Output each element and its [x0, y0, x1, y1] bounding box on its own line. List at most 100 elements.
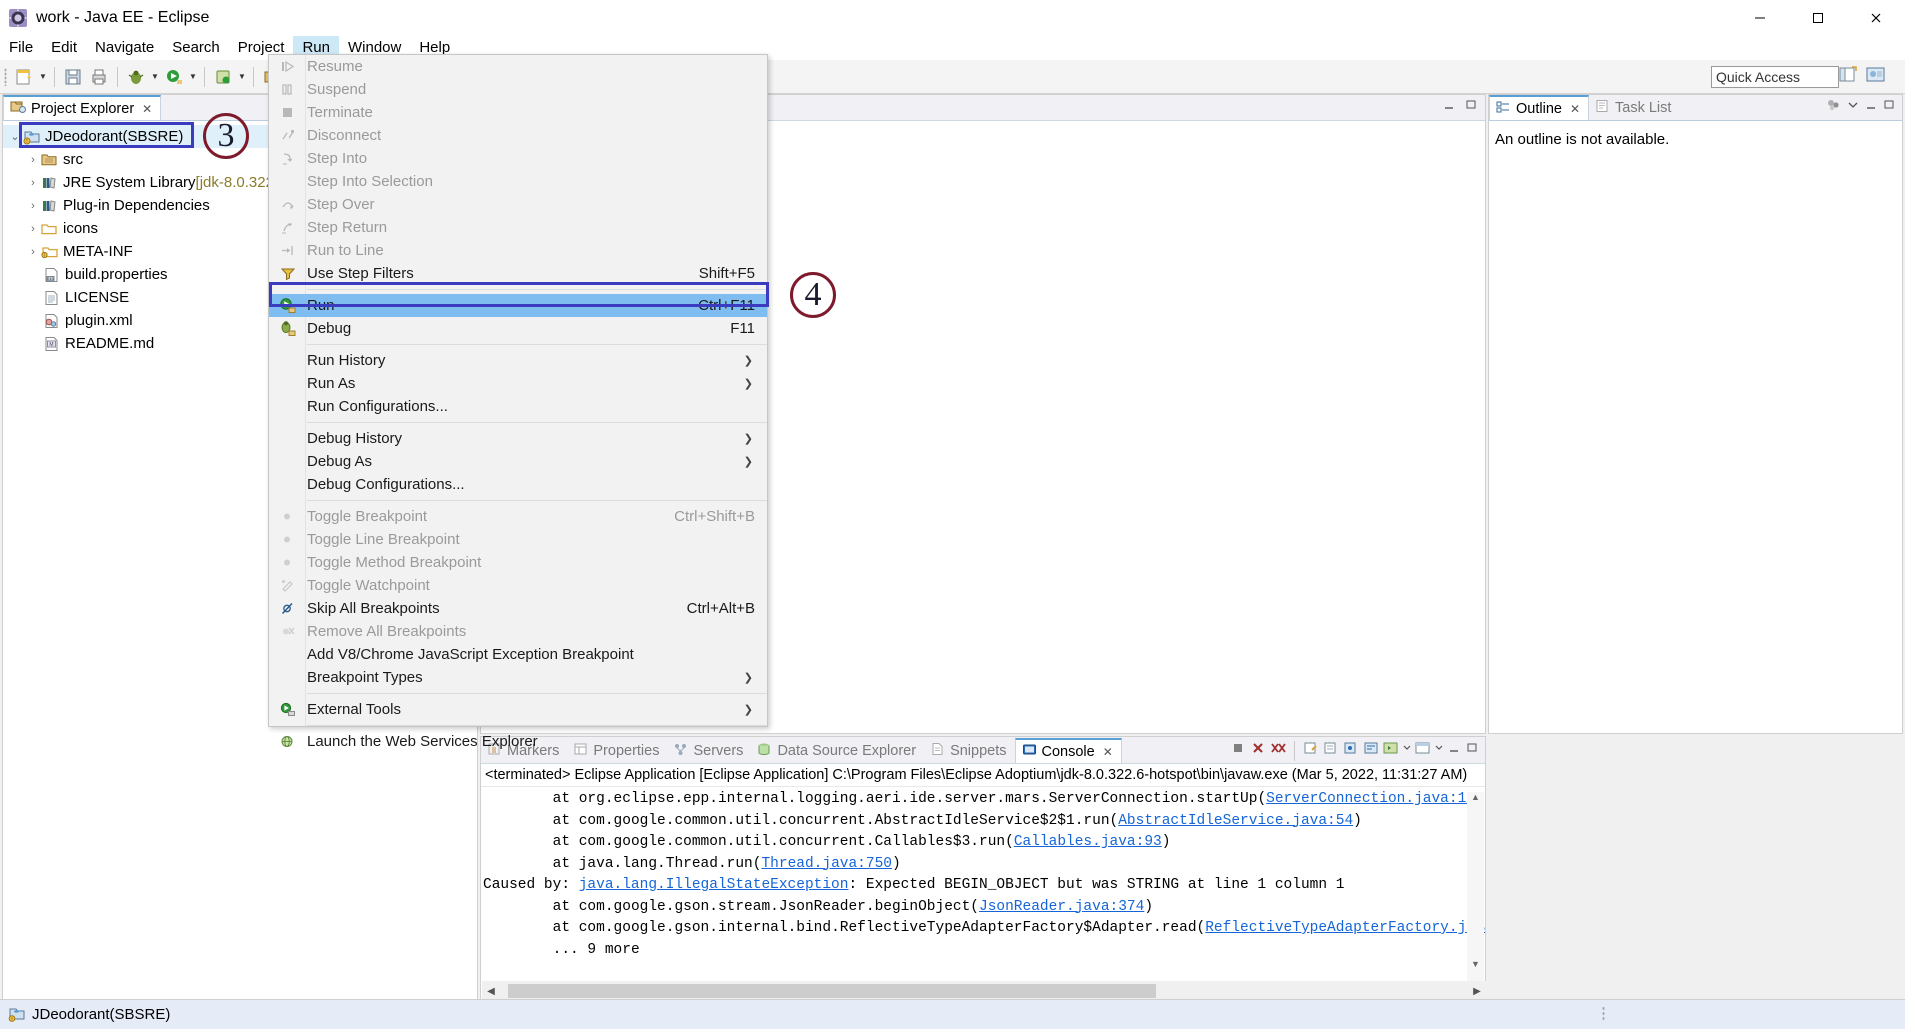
chevron-right-icon[interactable]: ›: [25, 200, 41, 212]
menu-item-step-into-selection[interactable]: Step Into Selection: [269, 170, 767, 193]
toolbar-grip[interactable]: [4, 67, 7, 86]
menu-item-use-step-filters[interactable]: Use Step Filters Shift+F5: [269, 262, 767, 285]
status-resize-grip[interactable]: [1602, 1006, 1605, 1022]
menu-item-external-tools[interactable]: External Tools ❯: [269, 698, 767, 721]
close-icon[interactable]: ✕: [1103, 745, 1113, 759]
stacktrace-link[interactable]: Thread.java:750: [761, 856, 892, 872]
menu-item-run[interactable]: Run Ctrl+F11: [269, 294, 767, 317]
console-vertical-scrollbar[interactable]: ▲ ▼: [1467, 792, 1484, 982]
scroll-track[interactable]: [1467, 809, 1484, 959]
close-button[interactable]: [1847, 0, 1905, 36]
menu-item-toggle-line-breakpoint[interactable]: Toggle Line Breakpoint: [269, 528, 767, 551]
tab-console[interactable]: Console ✕: [1014, 738, 1122, 763]
chevron-down-icon[interactable]: ⌄: [7, 130, 23, 143]
exception-link[interactable]: java.lang.IllegalStateException: [579, 877, 849, 893]
scroll-up-arrow[interactable]: ▲: [1467, 792, 1484, 809]
chevron-right-icon[interactable]: ›: [25, 223, 41, 235]
tab-task-list[interactable]: Task List: [1589, 95, 1679, 120]
menu-item-run-history[interactable]: Run History ❯: [269, 349, 767, 372]
menu-item-debug-as[interactable]: Debug As ❯: [269, 450, 767, 473]
menu-item-run-configurations[interactable]: Run Configurations...: [269, 395, 767, 418]
menu-item-remove-all-breakpoints[interactable]: Remove All Breakpoints: [269, 620, 767, 643]
console-dropdown-arrow[interactable]: [1402, 740, 1412, 761]
menu-item-breakpoint-types[interactable]: Breakpoint Types ❯: [269, 666, 767, 689]
view-menu-icon[interactable]: [1845, 98, 1861, 117]
open-console-dropdown-arrow[interactable]: [1434, 740, 1444, 761]
menu-item-run-to-line[interactable]: Run to Line: [269, 239, 767, 262]
minimize-editor-icon[interactable]: [1441, 98, 1457, 117]
show-console-icon[interactable]: [1382, 740, 1400, 761]
menu-item-debug-configurations[interactable]: Debug Configurations...: [269, 473, 767, 496]
minimize-view-icon[interactable]: [1863, 98, 1879, 117]
tab-outline[interactable]: Outline ✕: [1489, 95, 1590, 120]
menu-item-debug-history[interactable]: Debug History ❯: [269, 427, 767, 450]
menu-item-step-into[interactable]: Step Into: [269, 147, 767, 170]
java-ee-perspective-icon[interactable]: [1865, 64, 1887, 91]
menu-item-disconnect[interactable]: Disconnect: [269, 124, 767, 147]
scroll-left-arrow[interactable]: ◀: [482, 986, 500, 997]
new-wizard-icon[interactable]: [12, 65, 36, 89]
debug-dropdown-arrow[interactable]: ▼: [149, 65, 161, 89]
close-icon[interactable]: ✕: [142, 102, 152, 116]
print-icon[interactable]: [87, 65, 111, 89]
menu-search[interactable]: Search: [163, 36, 229, 60]
tab-snippets[interactable]: Snippets: [924, 738, 1014, 763]
close-icon[interactable]: ✕: [1570, 102, 1580, 116]
menu-item-resume[interactable]: Resume: [269, 55, 767, 78]
remove-console-icon[interactable]: [1249, 740, 1267, 761]
scroll-down-arrow[interactable]: ▼: [1467, 959, 1484, 976]
terminate-console-icon[interactable]: [1229, 740, 1247, 761]
chevron-right-icon[interactable]: ›: [25, 177, 41, 189]
remove-all-consoles-icon[interactable]: [1269, 740, 1287, 761]
scroll-lock-icon[interactable]: [1322, 740, 1340, 761]
minimize-button[interactable]: [1731, 0, 1789, 36]
open-perspective-icon[interactable]: [1837, 64, 1859, 91]
menu-item-debug[interactable]: Debug F11: [269, 317, 767, 340]
maximize-editor-icon[interactable]: [1463, 98, 1479, 117]
run-toolbar-icon[interactable]: [162, 65, 186, 89]
run-dropdown-arrow[interactable]: ▼: [187, 65, 199, 89]
menu-item-skip-all-breakpoints[interactable]: Skip All Breakpoints Ctrl+Alt+B: [269, 597, 767, 620]
tab-project-explorer[interactable]: Project Explorer ✕: [3, 95, 162, 120]
server-dropdown-arrow[interactable]: ▼: [236, 65, 248, 89]
menu-item-add-v8-chrome-exception-breakpoint[interactable]: Add V8/Chrome JavaScript Exception Break…: [269, 643, 767, 666]
debug-toolbar-icon[interactable]: [124, 65, 148, 89]
menu-file[interactable]: File: [0, 36, 42, 60]
maximize-console-icon[interactable]: [1464, 741, 1480, 760]
stacktrace-link[interactable]: ServerConnection.java:124: [1266, 791, 1484, 807]
server-icon[interactable]: [211, 65, 235, 89]
menu-item-suspend[interactable]: Suspend: [269, 78, 767, 101]
console-output[interactable]: at org.eclipse.epp.internal.logging.aeri…: [481, 787, 1485, 968]
stacktrace-link[interactable]: JsonReader.java:374: [979, 899, 1144, 915]
scroll-right-arrow[interactable]: ▶: [1468, 986, 1486, 997]
menu-item-step-over[interactable]: Step Over: [269, 193, 767, 216]
clear-console-icon[interactable]: [1302, 740, 1320, 761]
menu-navigate[interactable]: Navigate: [86, 36, 163, 60]
new-dropdown-arrow[interactable]: ▼: [37, 65, 49, 89]
menu-item-terminate[interactable]: Terminate: [269, 101, 767, 124]
menu-item-toggle-watchpoint[interactable]: Toggle Watchpoint: [269, 574, 767, 597]
menu-item-run-as[interactable]: Run As ❯: [269, 372, 767, 395]
save-icon[interactable]: [61, 65, 85, 89]
chevron-right-icon[interactable]: ›: [25, 154, 41, 166]
menu-item-toggle-breakpoint[interactable]: Toggle Breakpoint Ctrl+Shift+B: [269, 505, 767, 528]
quick-access-input[interactable]: Quick Access: [1711, 66, 1839, 88]
word-wrap-icon[interactable]: [1362, 740, 1380, 761]
menu-item-step-return[interactable]: Step Return: [269, 216, 767, 239]
stacktrace-link[interactable]: ReflectiveTypeAdapterFactory.java:165: [1205, 920, 1485, 936]
maximize-view-icon[interactable]: [1881, 98, 1897, 117]
menu-item-toggle-method-breakpoint[interactable]: Toggle Method Breakpoint: [269, 551, 767, 574]
tab-data-source-explorer[interactable]: Data Source Explorer: [751, 738, 924, 763]
pin-console-icon[interactable]: [1342, 740, 1360, 761]
stacktrace-link[interactable]: Callables.java:93: [1014, 834, 1162, 850]
scroll-track-horizontal[interactable]: [500, 984, 1468, 998]
menu-edit[interactable]: Edit: [42, 36, 86, 60]
menu-item-launch-web-services-explorer[interactable]: Launch the Web Services Explorer: [269, 730, 767, 753]
open-console-icon[interactable]: [1414, 740, 1432, 761]
outline-filter-icon[interactable]: [1825, 97, 1843, 118]
maximize-button[interactable]: [1789, 0, 1847, 36]
console-horizontal-scrollbar[interactable]: ◀ ▶: [482, 981, 1486, 1001]
stacktrace-link[interactable]: AbstractIdleService.java:54: [1118, 813, 1353, 829]
minimize-console-icon[interactable]: [1446, 741, 1462, 760]
chevron-right-icon[interactable]: ›: [25, 246, 41, 258]
